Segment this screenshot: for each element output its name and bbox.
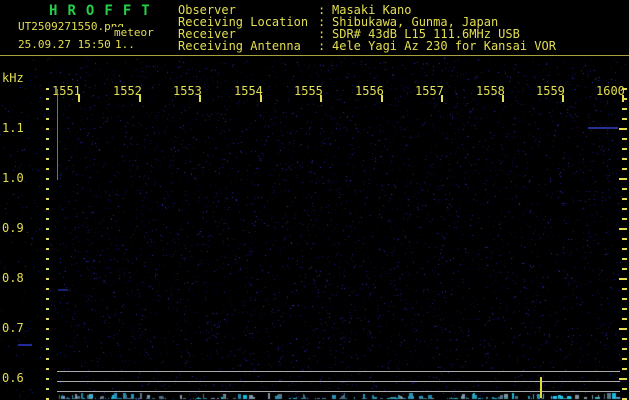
x-axis-tick: [562, 95, 564, 102]
y-axis-minor-tick: [46, 108, 49, 110]
y-axis-minor-tick: [46, 318, 49, 320]
y-axis-minor-tick: [46, 138, 49, 140]
y-axis-right-tick: [619, 328, 627, 330]
observation-mode-label: meteor: [112, 26, 155, 40]
x-axis-label: 1557: [415, 84, 444, 98]
y-axis-minor-tick: [46, 268, 49, 270]
x-axis-label: 1555: [294, 84, 323, 98]
y-axis-label: 0.9: [2, 221, 24, 235]
x-axis-tick: [320, 95, 322, 102]
y-axis-right-tick: [622, 348, 627, 350]
y-axis-minor-tick: [46, 298, 49, 300]
y-axis-minor-tick: [46, 248, 49, 250]
y-axis-minor-tick: [46, 98, 49, 100]
y-axis-label: 1.1: [2, 121, 24, 135]
y-axis-minor-tick: [46, 348, 49, 350]
y-axis-right-tick: [622, 368, 627, 370]
y-axis-minor-tick: [46, 128, 49, 130]
y-axis-right-tick: [622, 218, 627, 220]
y-axis-right-tick: [622, 258, 627, 260]
plot-area: kHz 1551 1552 1553 1554 1555 1556 1557 1558 1559…: [0, 0, 629, 400]
y-axis-label: 0.7: [2, 321, 24, 335]
y-axis-minor-tick: [46, 308, 49, 310]
hrofft-window: H R O F F T UT2509271550.png meteor 25.0…: [0, 0, 629, 400]
x-axis-tick: [78, 95, 80, 102]
x-axis-label: 1552: [113, 84, 142, 98]
y-axis-minor-tick: [46, 158, 49, 160]
y-axis-label: 0.8: [2, 271, 24, 285]
x-axis-tick: [199, 95, 201, 102]
y-axis-minor-tick: [46, 208, 49, 210]
y-axis-label: 0.6: [2, 371, 24, 385]
x-axis-tick: [441, 95, 443, 102]
y-axis-minor-tick: [46, 368, 49, 370]
y-axis-right-tick: [619, 278, 627, 280]
y-axis-label: 1.0: [2, 171, 24, 185]
y-axis-right-tick: [622, 268, 627, 270]
x-axis-label: 1553: [173, 84, 202, 98]
y-axis-right-tick: [619, 128, 627, 130]
y-axis-minor-tick: [46, 338, 49, 340]
y-axis-right-tick: [622, 158, 627, 160]
y-axis-right-tick: [622, 208, 627, 210]
y-axis-minor-tick: [46, 288, 49, 290]
y-axis-right-tick: [622, 318, 627, 320]
y-axis-right-tick: [622, 358, 627, 360]
y-axis-minor-tick: [46, 388, 49, 390]
y-axis-right-tick: [622, 338, 627, 340]
y-axis-minor-tick: [46, 328, 49, 330]
carrier-line: [57, 381, 620, 382]
x-axis-label: 1554: [234, 84, 263, 98]
noise-streak: [588, 127, 618, 129]
noise-streak: [18, 344, 32, 346]
y-axis-minor-tick: [46, 378, 49, 380]
y-axis-minor-tick: [46, 168, 49, 170]
y-axis-right-tick: [622, 308, 627, 310]
y-axis-minor-tick: [46, 258, 49, 260]
y-axis-minor-tick: [46, 218, 49, 220]
x-axis-tick: [381, 95, 383, 102]
y-axis-right-tick: [622, 118, 627, 120]
y-axis-right-tick: [622, 188, 627, 190]
y-axis-right-tick: [622, 88, 627, 90]
x-axis-tick: [260, 95, 262, 102]
y-axis-minor-tick: [46, 198, 49, 200]
x-axis-label: 1556: [355, 84, 384, 98]
y-axis-minor-tick: [46, 278, 49, 280]
y-axis-right-tick: [622, 168, 627, 170]
carrier-line: [57, 371, 620, 372]
plot-left-axis-line: [57, 89, 58, 180]
y-axis-minor-tick: [46, 358, 49, 360]
echo-spike-marker: [540, 377, 542, 398]
y-axis-right-tick: [619, 228, 627, 230]
y-axis-right-tick: [622, 198, 627, 200]
carrier-line: [57, 391, 620, 392]
y-axis-minor-tick: [46, 148, 49, 150]
x-axis-tick: [139, 95, 141, 102]
y-axis-right-tick: [622, 108, 627, 110]
y-axis-right-tick: [622, 248, 627, 250]
y-axis-minor-tick: [46, 228, 49, 230]
x-axis-label: 1559: [536, 84, 565, 98]
y-axis-right-tick: [622, 288, 627, 290]
y-axis-minor-tick: [46, 188, 49, 190]
x-axis-tick: [502, 95, 504, 102]
y-axis-right-tick: [622, 98, 627, 100]
y-axis-right-tick: [622, 238, 627, 240]
y-axis-right-tick: [619, 378, 627, 380]
y-axis-right-tick: [622, 298, 627, 300]
y-axis-right-tick: [622, 388, 627, 390]
y-axis-unit: kHz: [2, 71, 24, 85]
noise-streak: [58, 289, 68, 291]
y-axis-minor-tick: [46, 118, 49, 120]
y-axis-right-tick: [622, 138, 627, 140]
y-axis-minor-tick: [46, 238, 49, 240]
y-axis-minor-tick: [46, 178, 49, 180]
x-axis-label: 1558: [476, 84, 505, 98]
y-axis-minor-tick: [46, 88, 49, 90]
y-axis-right-tick: [619, 178, 627, 180]
x-axis-label: 1600: [596, 84, 625, 98]
y-axis-right-tick: [622, 148, 627, 150]
